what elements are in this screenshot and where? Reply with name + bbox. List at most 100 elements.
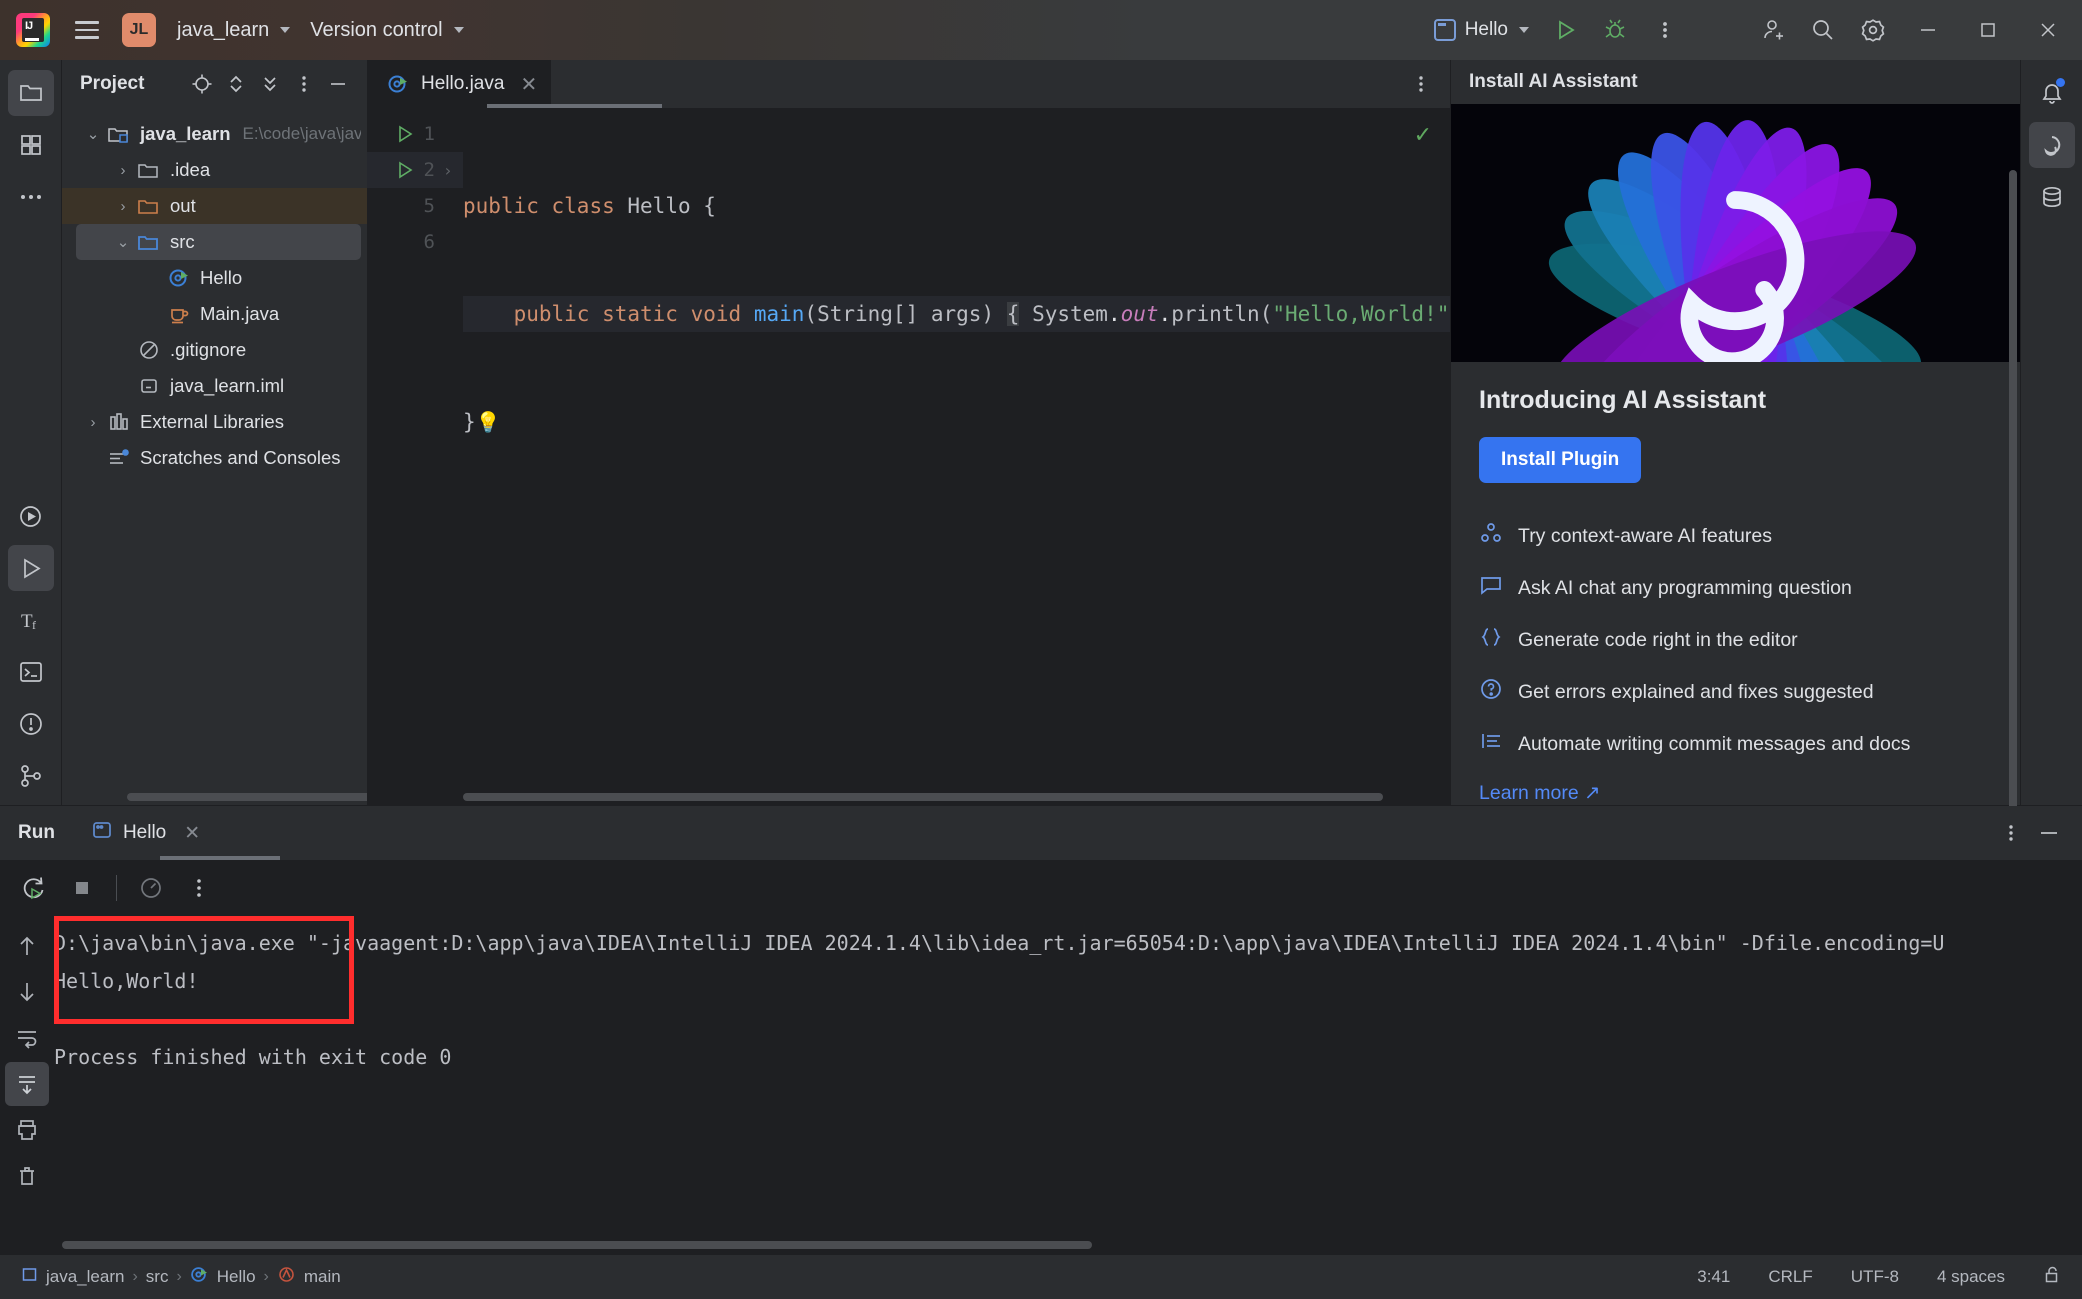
ai-panel-body: Introducing AI Assistant Install Plugin … bbox=[1451, 362, 2020, 805]
tree-node-hello[interactable]: Hello bbox=[62, 260, 367, 296]
sidebar-item-terminal[interactable] bbox=[8, 649, 54, 695]
breadcrumb-src[interactable]: src bbox=[141, 1264, 174, 1290]
console-horizontal-scrollbar[interactable] bbox=[62, 1241, 1092, 1249]
search-everywhere-button[interactable] bbox=[1798, 8, 1848, 52]
editor-options-icon[interactable] bbox=[1404, 67, 1438, 101]
add-user-button[interactable] bbox=[1748, 8, 1798, 52]
hide-run-panel-icon[interactable] bbox=[2032, 816, 2066, 850]
editor-gutter[interactable]: 1 2 › 5 6 bbox=[367, 108, 463, 805]
expand-collapse-icon[interactable] bbox=[219, 67, 253, 101]
tree-node-external-libraries[interactable]: › External Libraries bbox=[62, 404, 367, 440]
database-button[interactable] bbox=[2029, 174, 2075, 220]
tree-node-idea[interactable]: › .idea bbox=[62, 152, 367, 188]
tree-node-src[interactable]: ⌄ src bbox=[76, 224, 361, 260]
caret-position[interactable]: 3:41 bbox=[1691, 1264, 1736, 1290]
unlocked-icon[interactable] bbox=[2037, 1262, 2068, 1292]
run-line-icon[interactable] bbox=[394, 125, 416, 143]
tree-node-main-java[interactable]: Main.java bbox=[62, 296, 367, 332]
install-plugin-button[interactable]: Install Plugin bbox=[1479, 437, 1642, 483]
profiler-button[interactable] bbox=[129, 866, 173, 910]
project-avatar[interactable]: JL bbox=[122, 13, 156, 47]
hide-panel-icon[interactable] bbox=[321, 67, 355, 101]
chevron-right-icon[interactable]: › bbox=[110, 162, 136, 179]
project-name-dropdown[interactable]: java_learn bbox=[167, 12, 300, 49]
tree-node-out[interactable]: › out bbox=[62, 188, 367, 224]
tree-label: out bbox=[170, 195, 196, 216]
sidebar-item-more[interactable] bbox=[8, 174, 54, 220]
soft-wrap-button[interactable] bbox=[5, 1016, 49, 1060]
more-actions-button[interactable] bbox=[1640, 8, 1690, 52]
line-number: 2 bbox=[423, 159, 435, 181]
sidebar-item-project[interactable] bbox=[7, 70, 54, 116]
sidebar-item-structure[interactable] bbox=[8, 122, 54, 168]
main-menu-button[interactable] bbox=[64, 10, 110, 50]
editor-horizontal-scrollbar[interactable] bbox=[463, 793, 1383, 801]
print-button[interactable] bbox=[5, 1108, 49, 1152]
gutter-line: 1 bbox=[367, 116, 463, 152]
learn-more-link[interactable]: Learn more ↗ bbox=[1479, 781, 1992, 805]
breadcrumb-main[interactable]: main bbox=[272, 1262, 346, 1292]
run-more-button[interactable] bbox=[177, 866, 221, 910]
tree-node-java-learn[interactable]: ⌄ java_learn E:\code\java\jav bbox=[62, 116, 367, 152]
sidebar-item-run[interactable] bbox=[8, 493, 54, 539]
scroll-up-button[interactable] bbox=[5, 924, 49, 968]
inspection-status-icon[interactable]: ✓ bbox=[1414, 122, 1432, 148]
sidebar-item-debug[interactable] bbox=[7, 545, 54, 591]
tree-node-gitignore[interactable]: .gitignore bbox=[62, 332, 367, 368]
run-panel-title: Run bbox=[18, 822, 55, 843]
tree-label: .idea bbox=[170, 159, 211, 180]
rerun-button[interactable] bbox=[12, 866, 56, 910]
code-editor[interactable]: 1 2 › 5 6 public class Hello {public st… bbox=[367, 108, 1450, 805]
breadcrumb-hello[interactable]: Hello bbox=[185, 1262, 261, 1292]
version-control-dropdown[interactable]: Version control bbox=[300, 12, 473, 49]
collapse-all-icon[interactable] bbox=[253, 67, 287, 101]
project-options-icon[interactable] bbox=[287, 67, 321, 101]
locate-icon[interactable] bbox=[185, 67, 219, 101]
project-panel-scrollbar[interactable] bbox=[127, 793, 372, 801]
folder-icon bbox=[136, 159, 162, 181]
minimize-window-button[interactable] bbox=[1898, 0, 1958, 60]
console-line-2: Hello,World! bbox=[54, 969, 199, 993]
settings-button[interactable] bbox=[1848, 8, 1898, 52]
debug-button[interactable] bbox=[1590, 8, 1640, 52]
line-separator[interactable]: CRLF bbox=[1762, 1264, 1818, 1290]
title-bar-right: Hello bbox=[1423, 0, 2082, 60]
ai-panel-scrollbar[interactable] bbox=[2009, 170, 2017, 830]
question-circle-icon bbox=[1479, 677, 1503, 707]
indent-setting[interactable]: 4 spaces bbox=[1931, 1264, 2011, 1290]
code-content[interactable]: public class Hello { public static void … bbox=[463, 108, 1450, 805]
ai-assistant-button[interactable] bbox=[2028, 122, 2075, 168]
run-configuration-selector[interactable]: Hello bbox=[1423, 12, 1540, 48]
chevron-down-icon[interactable]: ⌄ bbox=[80, 125, 106, 143]
run-tab-hello[interactable]: Hello ✕ bbox=[83, 819, 208, 847]
tree-node-scratches[interactable]: Scratches and Consoles bbox=[62, 440, 367, 476]
editor-tab-hello-java[interactable]: Hello.java ✕ bbox=[367, 60, 552, 108]
sidebar-item-translate[interactable]: Tf bbox=[8, 597, 54, 643]
intention-bulb-icon[interactable]: 💡 bbox=[476, 410, 501, 434]
run-options-icon[interactable] bbox=[1994, 816, 2028, 850]
console-output[interactable]: D:\java\bin\java.exe "-javaagent:D:\app\… bbox=[54, 916, 2082, 1255]
fold-marker[interactable]: › bbox=[443, 161, 457, 180]
close-icon[interactable]: ✕ bbox=[520, 72, 537, 97]
stop-button[interactable] bbox=[60, 866, 104, 910]
tree-node-iml[interactable]: java_learn.iml bbox=[62, 368, 367, 404]
run-button[interactable] bbox=[1540, 8, 1590, 52]
maximize-window-button[interactable] bbox=[1958, 0, 2018, 60]
close-window-button[interactable] bbox=[2018, 0, 2078, 60]
notifications-button[interactable] bbox=[2029, 70, 2075, 116]
close-icon[interactable]: ✕ bbox=[184, 822, 200, 845]
chevron-down-icon[interactable]: ⌄ bbox=[110, 233, 136, 251]
clear-all-button[interactable] bbox=[5, 1154, 49, 1198]
sidebar-item-version-control[interactable] bbox=[8, 753, 54, 799]
scroll-to-end-button[interactable] bbox=[5, 1062, 49, 1106]
chevron-right-icon[interactable]: › bbox=[110, 198, 136, 215]
ai-sparkle-icon bbox=[1479, 521, 1503, 551]
file-encoding[interactable]: UTF-8 bbox=[1845, 1264, 1905, 1290]
folder-blue-icon bbox=[136, 231, 162, 253]
scroll-down-button[interactable] bbox=[5, 970, 49, 1014]
ai-feature-item: Automate writing commit messages and doc… bbox=[1479, 729, 1992, 759]
run-line-icon[interactable] bbox=[394, 161, 416, 179]
chevron-right-icon[interactable]: › bbox=[80, 414, 106, 431]
breadcrumb-java-learn[interactable]: java_learn bbox=[16, 1263, 129, 1291]
sidebar-item-problems[interactable] bbox=[8, 701, 54, 747]
